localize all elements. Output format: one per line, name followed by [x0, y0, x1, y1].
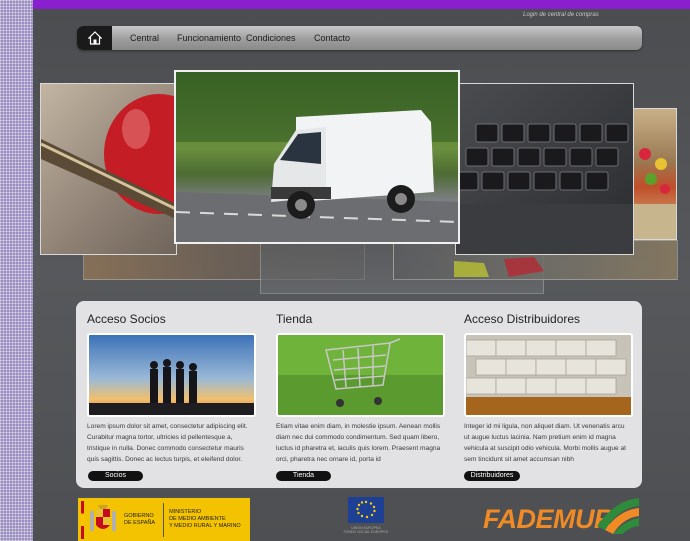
- ministerio-line1: MINISTERIO: [169, 509, 202, 515]
- home-icon: [87, 31, 102, 45]
- main-nav-bar: [77, 26, 642, 50]
- thumbnail-socios[interactable]: [87, 333, 256, 417]
- hero-photo-van: [174, 70, 460, 244]
- section-title-distribuidores: Acceso Distribuidores: [464, 312, 581, 326]
- fademur-field-icon: [597, 498, 639, 534]
- ministerio-line2: DE MEDIO AMBIENTE: [169, 516, 226, 522]
- gobierno-line1: GOBIERNO: [124, 512, 154, 519]
- section-text-distribuidores: Integer id mi ligula, non aliquet diam. …: [464, 423, 626, 463]
- thumbnail-tienda[interactable]: [276, 333, 445, 417]
- nav-item-central[interactable]: Central: [130, 26, 159, 50]
- thumbnail-distribuidores[interactable]: [464, 333, 633, 417]
- login-link[interactable]: Login de central de compras: [523, 12, 599, 18]
- coat-of-arms-icon: [90, 504, 116, 531]
- fademur-logo[interactable]: FADEMUR: [483, 504, 614, 535]
- eu-caption: UNIÓN EUROPEA FONDO SOCIAL EUROPEO: [336, 526, 396, 534]
- nav-item-funcionamiento[interactable]: Funcionamiento: [177, 26, 241, 50]
- spain-flag-icon: [81, 500, 84, 539]
- collage-photo-keyboard: [455, 83, 634, 255]
- decorative-left-strip: [0, 0, 33, 541]
- home-button[interactable]: [77, 26, 112, 50]
- eu-line2: FONDO SOCIAL EUROPEO: [343, 530, 389, 534]
- section-text-socios: Lorem ipsum dolor sit amet, consectetur …: [87, 423, 248, 463]
- tienda-button[interactable]: Tienda: [276, 471, 331, 481]
- gobierno-ministerio-logo[interactable]: GOBIERNO DE ESPAÑA MINISTERIO DE MEDIO A…: [78, 498, 250, 541]
- gobierno-line2: DE ESPAÑA: [124, 519, 156, 526]
- top-accent-bar: [33, 0, 690, 9]
- collage-photo-market: [632, 108, 677, 240]
- socios-button[interactable]: Socios: [88, 471, 143, 481]
- distribuidores-button[interactable]: Distribuidores: [464, 471, 520, 481]
- collage-photo-apple: [40, 83, 177, 255]
- nav-item-condiciones[interactable]: Condiciones: [246, 26, 296, 50]
- eu-flag-icon[interactable]: [348, 497, 384, 523]
- section-title-tienda: Tienda: [276, 312, 313, 326]
- ministerio-line3: Y MEDIO RURAL Y MARINO: [169, 523, 241, 529]
- section-title-socios: Acceso Socios: [87, 312, 166, 326]
- section-text-tienda: Etiam vitae enim diam, in molestie ipsum…: [276, 423, 441, 463]
- nav-item-contacto[interactable]: Contacto: [314, 26, 350, 50]
